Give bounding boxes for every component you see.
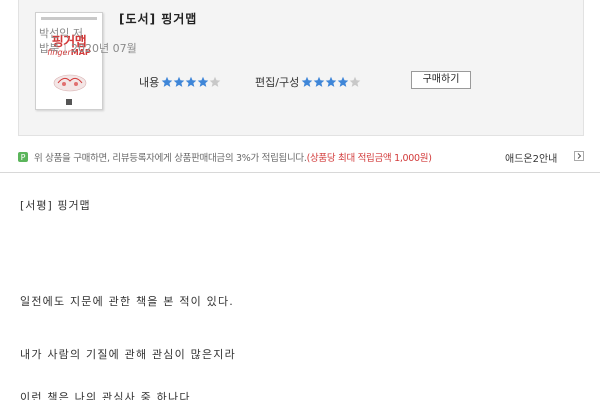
svg-text:P: P [21, 153, 26, 162]
section-divider [0, 172, 600, 173]
separator: | [63, 42, 67, 55]
coin-icon: P [18, 152, 28, 162]
product-info: [도서] 핑거맵 [119, 10, 197, 27]
review-paragraph: 이런 책은 나의 관심사 중 하나다 [20, 391, 191, 400]
star-filled-icon [185, 76, 197, 87]
book-title-link[interactable]: [도서] 핑거맵 [119, 10, 197, 27]
star-filled-icon [173, 76, 185, 87]
star-filled-icon [313, 76, 325, 87]
notice-main: 위 상품을 구매하면, 리뷰등록자에게 상품판매대금의 3%가 적립됩니다. [34, 153, 307, 164]
star-filled-icon [337, 76, 349, 87]
book-author[interactable]: 박선익 저 [39, 25, 83, 41]
product-summary-box: 핑거맵 fingerMAP [도서] 핑거맵 박선익 저 밥북 | 2020년 07… [18, 0, 584, 136]
review-paragraph: 일전에도 지문에 관한 책을 본 적이 있다. [20, 295, 234, 308]
chevron-right-icon[interactable] [574, 151, 584, 161]
rating-edit-stars [301, 76, 361, 88]
notice-text: 위 상품을 구매하면, 리뷰등록자에게 상품판매대금의 3%가 적립됩니다.(상… [34, 150, 432, 164]
star-filled-icon [197, 76, 209, 87]
addon-guide-link[interactable]: 애드온2안내 [505, 150, 557, 165]
cover-logo-mark [66, 99, 72, 105]
rating-content-stars [161, 76, 221, 88]
notice-highlight: (상품당 최대 적립금액 1,000원) [306, 153, 432, 164]
cover-hand-illustration [53, 74, 87, 92]
star-filled-icon [161, 76, 173, 87]
book-publisher[interactable]: 밥북 [39, 42, 59, 55]
star-filled-icon [301, 76, 313, 87]
review-paragraph: 내가 사람의 기질에 관해 관심이 많은지라 [20, 348, 236, 361]
buy-button[interactable]: 구매하기 [411, 71, 471, 89]
reward-notice: P 위 상품을 구매하면, 리뷰등록자에게 상품판매대금의 3%가 적립됩니다.… [18, 150, 584, 165]
star-filled-icon [325, 76, 337, 87]
review-heading: [서평] 핑거맵 [20, 199, 91, 212]
star-empty-icon [209, 76, 221, 87]
publication-date: 2020년 07월 [70, 42, 137, 55]
rating-content-label: 내용 [139, 76, 160, 89]
publication-info: 밥북 | 2020년 07월 [39, 40, 137, 56]
rating-edit: 편집/구성 [255, 74, 361, 90]
rating-content: 내용 [139, 74, 221, 90]
cover-header-strip [41, 17, 97, 20]
star-empty-icon [349, 76, 361, 87]
rating-edit-label: 편집/구성 [255, 76, 300, 89]
